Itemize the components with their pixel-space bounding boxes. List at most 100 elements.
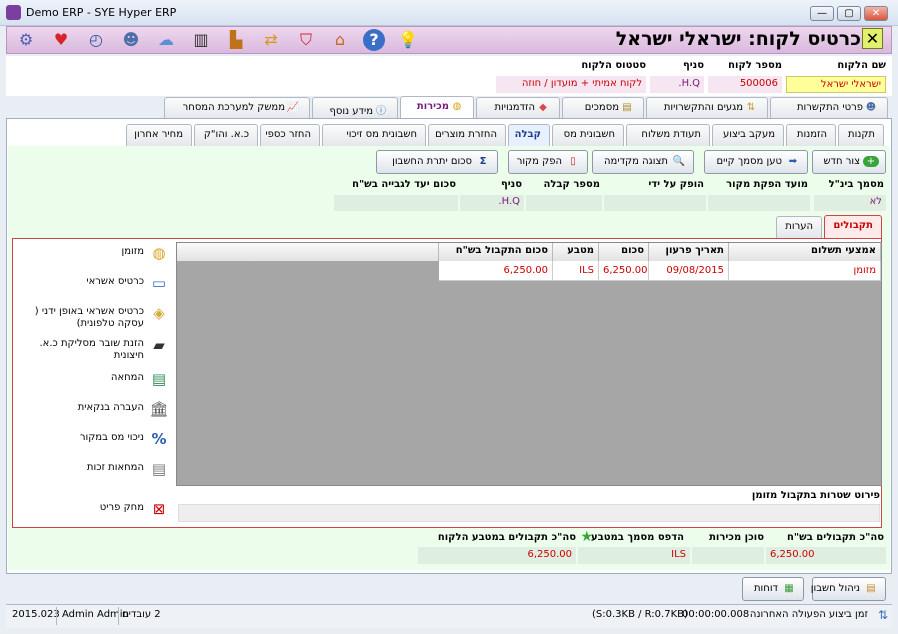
account-balance-button[interactable]: Σ סכום יתרת החשבון (376, 150, 498, 174)
create-new-button[interactable]: +צור חדש (812, 150, 886, 174)
credit-card-icon: ▭ (151, 274, 167, 292)
payment-external-voucher[interactable]: ▰ הזנת שובר מסליקת כ.א. חיצונית (18, 336, 170, 362)
subtab-last-price[interactable]: מחיר אחרון (126, 124, 192, 146)
home-icon[interactable]: ⌂ (329, 29, 351, 51)
cell-due-date[interactable]: 09/08/2015 (649, 261, 729, 281)
column-header[interactable]: תאריך פרעון (649, 243, 729, 261)
tab-documents[interactable]: ▤מסמכים (562, 97, 644, 119)
tab-trade-interface[interactable]: 📈ממשק למערכת המסחר (164, 97, 310, 119)
cloud-icon[interactable]: ☁ (155, 29, 177, 51)
button-label: טען מסמך קיים (716, 156, 782, 167)
payment-credit-card[interactable]: ▭ כרטיס אשראי (18, 274, 170, 294)
close-card-button[interactable]: ✕ (862, 28, 883, 49)
tab-contacts[interactable]: ⇅מגעים והתקשרויות (646, 97, 768, 119)
tab-contact-details[interactable]: ☻פרטי התקשרות (770, 97, 888, 119)
collection-target-field[interactable] (334, 195, 458, 211)
column-header[interactable]: סכום התקבול בש"ח (439, 243, 553, 261)
percent-icon: % (151, 430, 167, 448)
collection-target-label: סכום יעד לגבייה בש"ח (352, 179, 456, 190)
cash-details-field[interactable] (178, 504, 880, 522)
tab-label: מכירות (416, 101, 449, 112)
produce-original-button[interactable]: ▯ הפק מקור (508, 150, 588, 174)
close-window-button[interactable]: ✕ (864, 6, 888, 21)
intl-doc-field[interactable]: לא (814, 195, 886, 211)
cell-amount-ils[interactable]: 6,250.00 (439, 261, 553, 281)
factory-icon[interactable]: ▙ (225, 29, 247, 51)
subtab-credit-card-standing-orders[interactable]: כ.א. והו"ק (194, 124, 258, 146)
customer-branch-label: סניף (682, 60, 704, 71)
window-title-bar: Demo ERP - SYE Hyper ERP — ▢ ✕ (0, 0, 898, 26)
subtab-tracking[interactable]: מעקב ביצוע (712, 124, 784, 146)
column-header[interactable]: מטבע (553, 243, 599, 261)
load-document-button[interactable]: ➡ טען מסמך קיים (704, 150, 808, 174)
subtab-regulations[interactable]: תקנות (838, 124, 884, 146)
delete-row-button[interactable]: ⊠ מחק פריט (18, 500, 170, 520)
receipts-grid: אמצעי תשלום תאריך פרעון סכום מטבע סכום ה… (176, 242, 882, 486)
button-label: תצוגה מקדימה (604, 156, 668, 167)
favorite-heart-icon[interactable]: ♥ (50, 29, 72, 51)
issue-date-field[interactable] (708, 195, 810, 211)
subtab-returns[interactable]: החזרת מוצרים (428, 124, 506, 146)
sales-agent-field[interactable] (692, 547, 764, 564)
barcode-icon[interactable]: ▥ (190, 29, 212, 51)
tab-label: מידע נוסף (329, 106, 373, 117)
last-action-text: זמן ביצוע הפעולה האחרונה (749, 609, 868, 620)
settings-icon[interactable]: ⚙ (15, 29, 37, 51)
cell-payment-method[interactable]: מזומן (729, 261, 881, 281)
tab-opportunities[interactable]: ◆ הזדמנויות (476, 97, 560, 119)
print-currency-field[interactable]: ILS (578, 547, 690, 564)
tab-sales[interactable]: ◍מכירות (400, 96, 474, 120)
customer-currency-total-field: 6,250.00 (418, 547, 576, 564)
payment-check[interactable]: ▤ המחאה (18, 370, 170, 390)
account-management-button[interactable]: ▤ ניהול חשבון (810, 577, 886, 601)
inner-tab-notes[interactable]: הערות (776, 216, 822, 238)
status-divider (56, 607, 57, 625)
column-header[interactable]: אמצעי תשלום (729, 243, 881, 261)
cell-currency[interactable]: ILS (553, 261, 599, 281)
help-icon[interactable]: ? (363, 29, 385, 51)
tab-more-info[interactable]: ⓘמידע נוסף (312, 97, 398, 119)
subtab-receipt[interactable]: קבלה (508, 124, 550, 147)
card-reader-icon: ▰ (153, 336, 165, 354)
subtab-credit-invoice[interactable]: חשבונית מס זיכוי (322, 124, 426, 146)
maximize-button[interactable]: ▢ (837, 6, 861, 21)
payment-label: כרטיס אשראי באופן ידני ( עסקה טלפונית) (34, 306, 144, 329)
column-header[interactable]: סכום (599, 243, 649, 261)
window-title: Demo ERP - SYE Hyper ERP (26, 6, 177, 19)
button-label: סכום יתרת החשבון (392, 156, 472, 167)
tab-label: ממשק למערכת המסחר (182, 102, 285, 113)
payment-bank-transfer[interactable]: 🏛 העברה בנקאית (18, 400, 170, 420)
reports-button[interactable]: ▦ דוחות (742, 577, 804, 601)
button-label: ניהול חשבון (810, 583, 860, 594)
branch-field[interactable]: H.Q. (460, 195, 524, 211)
total-receipts-field: 6,250.00 (766, 547, 886, 564)
payment-credit-card-manual[interactable]: ◈ כרטיס אשראי באופן ידני ( עסקה טלפונית) (18, 304, 170, 330)
subtab-delivery-note[interactable]: תעודת משלוח (626, 124, 710, 146)
minimize-button[interactable]: — (810, 6, 834, 21)
users-icon[interactable]: ☻ (120, 29, 142, 51)
payment-label: המחאה (110, 372, 144, 383)
produced-by-field[interactable] (604, 195, 706, 211)
payment-cash[interactable]: ◍ מזומן (18, 244, 170, 264)
subtab-tax-invoice[interactable]: חשבונית מס (552, 124, 624, 146)
delete-table-icon: ⊠ (152, 500, 166, 518)
preview-button[interactable]: 🔍 תצוגה מקדימה (592, 150, 694, 174)
subtab-refund[interactable]: החזר כספי (260, 124, 320, 146)
receipt-number-field[interactable] (526, 195, 602, 211)
customer-number-label: מספר לקוח (728, 60, 782, 71)
clock-icon[interactable]: ◴ (85, 29, 107, 51)
issue-date-label: מועד הפקת מקור (726, 179, 808, 190)
payment-credit-notes[interactable]: ▤ המחאות זכות (18, 460, 170, 480)
customer-name-field[interactable]: ישראלי ישראל (786, 76, 886, 93)
receipt-number-label: מספר קבלה (543, 179, 601, 190)
exchange-icon[interactable]: ⇄ (260, 29, 282, 51)
arrows-icon: ⇅ (746, 102, 756, 113)
network-icon: ⇅ (877, 608, 888, 622)
subtab-orders[interactable]: הזמנות (786, 124, 836, 146)
payment-withholding-tax[interactable]: % ניכוי מס במקור (18, 430, 170, 450)
basket-icon[interactable]: ⛉ (295, 29, 317, 51)
cell-amount[interactable]: 6,250.00 (599, 261, 649, 281)
bulb-icon[interactable]: 💡 (397, 29, 419, 51)
inner-tab-receipts[interactable]: תקבולים (824, 215, 882, 238)
report-icon: ▦ (784, 583, 794, 594)
